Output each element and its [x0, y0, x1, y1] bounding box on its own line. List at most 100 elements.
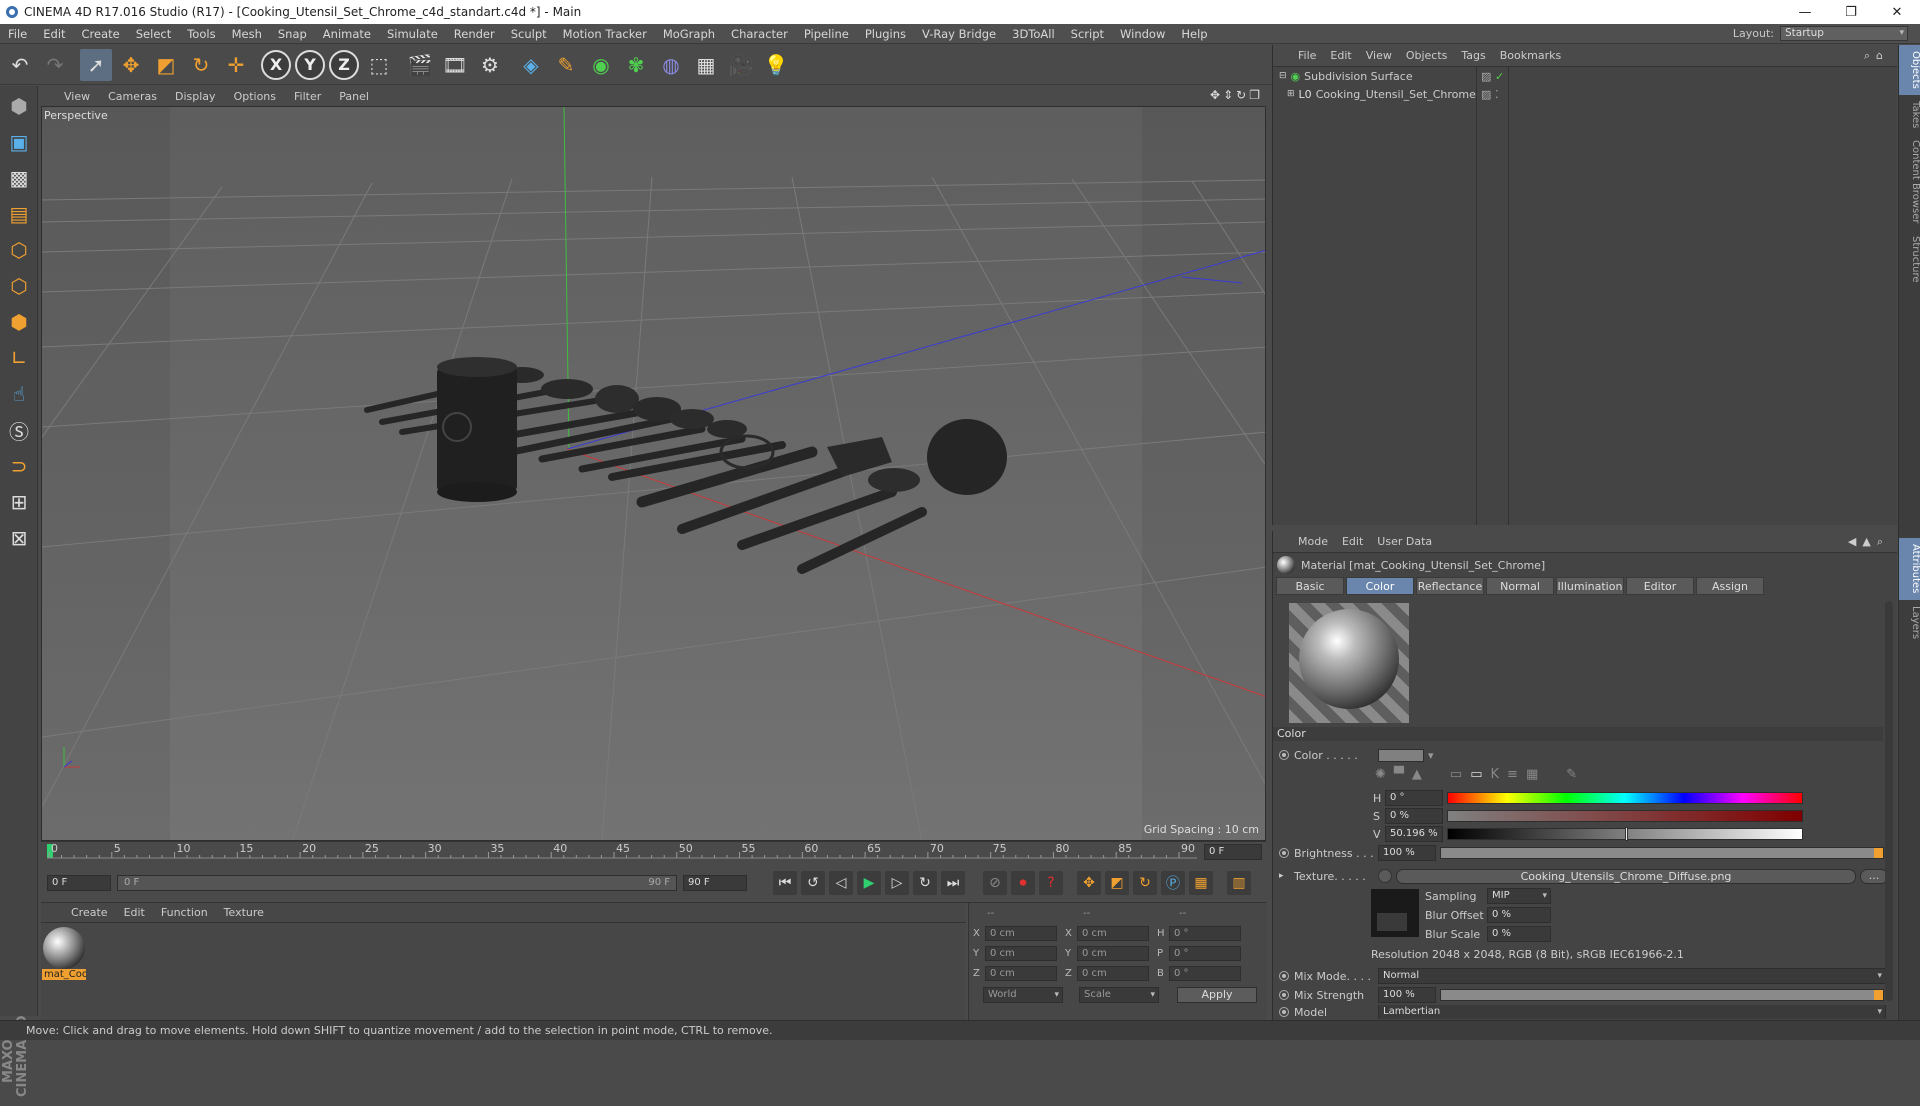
end-frame-field[interactable]: 90 F: [683, 874, 747, 891]
viewport-menu-view[interactable]: View: [55, 90, 99, 103]
layout-select[interactable]: Startup: [1780, 26, 1908, 41]
position-x-field[interactable]: 0 cm: [985, 925, 1057, 941]
model-select[interactable]: Lambertian: [1378, 1005, 1886, 1019]
key-rotation-icon[interactable]: ↻: [1133, 870, 1157, 895]
light-icon[interactable]: 💡: [760, 49, 792, 81]
menu-pipeline[interactable]: Pipeline: [796, 27, 857, 41]
object-item-cooking-utensil-set[interactable]: ⊞ L0 Cooking_Utensil_Set_Chrome ▨ ⁚: [1273, 85, 1897, 103]
color-picker-mode-icons[interactable]: ✺ ▀ ▲ ▭ ▭ K ≡ ▦ ✎: [1375, 765, 1585, 783]
record-keyframe-icon[interactable]: ⏺: [1011, 870, 1035, 895]
material-swatch[interactable]: mat_Coo: [41, 925, 87, 983]
workplane-mode-icon[interactable]: ▤: [3, 198, 35, 230]
timeline-ruler[interactable]: 0 5 10 15 20 25 30 35 40 45 50 55 60 65 70 75 80 85 90 0 F: [41, 841, 1266, 863]
objects-menu-tags[interactable]: Tags: [1454, 49, 1492, 62]
material-menu-texture[interactable]: Texture: [216, 906, 272, 919]
tab-reflectance[interactable]: Reflectance: [1416, 577, 1484, 595]
tab-basic[interactable]: Basic: [1276, 577, 1344, 595]
texture-options-icon[interactable]: [1378, 869, 1392, 883]
menu-create[interactable]: Create: [74, 27, 128, 41]
objects-menu-view[interactable]: View: [1359, 49, 1399, 62]
saturation-field[interactable]: 0 %: [1385, 808, 1443, 824]
objects-menu-edit[interactable]: Edit: [1323, 49, 1358, 62]
sampling-select[interactable]: MIP: [1487, 888, 1551, 904]
side-tab-takes[interactable]: Takes: [1899, 95, 1920, 134]
menu-mesh[interactable]: Mesh: [224, 27, 270, 41]
render-picture-viewer-icon[interactable]: 🎞: [439, 49, 471, 81]
menu-motion-tracker[interactable]: Motion Tracker: [555, 27, 655, 41]
autokey-icon[interactable]: ?: [1039, 870, 1063, 895]
viewport-pan-icon[interactable]: ✥: [1210, 88, 1220, 102]
move-tool-icon[interactable]: ✥: [115, 49, 147, 81]
attributes-menu-mode[interactable]: Mode: [1291, 535, 1335, 548]
value-field[interactable]: 50.196 %: [1385, 826, 1443, 842]
size-y-field[interactable]: 0 cm: [1077, 945, 1149, 961]
coordinate-system-icon[interactable]: ⬚: [363, 49, 395, 81]
material-menu-function[interactable]: Function: [153, 906, 216, 919]
render-view-icon[interactable]: 🎬: [404, 49, 436, 81]
attributes-scrollbar[interactable]: [1885, 601, 1893, 1001]
step-forward-icon[interactable]: ▷: [885, 870, 909, 895]
menu-simulate[interactable]: Simulate: [379, 27, 446, 41]
keyframe-selection-icon[interactable]: ⊘: [983, 870, 1007, 895]
expand-toggle-icon[interactable]: ⊞: [1287, 89, 1295, 99]
enabled-check-icon[interactable]: ✓: [1495, 70, 1504, 83]
attributes-menu-edit[interactable]: Edit: [1335, 535, 1370, 548]
preview-range-slider[interactable]: 0 F 90 F: [117, 874, 677, 891]
collapse-toggle-icon[interactable]: ⊟: [1279, 71, 1287, 81]
mixer-icon[interactable]: ≡: [1507, 767, 1526, 782]
size-x-field[interactable]: 0 cm: [1077, 925, 1149, 941]
timeline-window-icon[interactable]: ▥: [1227, 870, 1251, 895]
edges-mode-icon[interactable]: ⬡: [3, 270, 35, 302]
rgb-mode-icon[interactable]: ▭: [1450, 767, 1470, 782]
menu-animate[interactable]: Animate: [315, 27, 379, 41]
color-swatch[interactable]: [1378, 748, 1424, 762]
key-position-icon[interactable]: ✥: [1077, 870, 1101, 895]
attributes-menu-user-data[interactable]: User Data: [1370, 535, 1439, 548]
close-button[interactable]: ✕: [1874, 0, 1920, 24]
attributes-nav-icons[interactable]: ◀▲⌕: [1848, 535, 1889, 549]
polygons-mode-icon[interactable]: ⬢: [3, 306, 35, 338]
layer-dot-icon[interactable]: ⁚: [1495, 88, 1499, 101]
model-mode-icon[interactable]: ▣: [3, 126, 35, 158]
mix-strength-field[interactable]: 100 %: [1378, 987, 1436, 1003]
menu-edit[interactable]: Edit: [35, 27, 73, 41]
subdivision-surface-icon[interactable]: ◉: [585, 49, 617, 81]
viewport-menu-panel[interactable]: Panel: [330, 90, 378, 103]
eyedropper-icon[interactable]: ✎: [1566, 767, 1585, 782]
saturation-slider[interactable]: [1447, 810, 1803, 822]
side-tab-attributes[interactable]: Attributes: [1899, 538, 1920, 600]
tab-assign[interactable]: Assign: [1696, 577, 1764, 595]
x-axis-lock-button[interactable]: X: [261, 49, 291, 80]
color-from-image-icon[interactable]: ▲: [1412, 767, 1430, 782]
menu-character[interactable]: Character: [723, 27, 796, 41]
menu-script[interactable]: Script: [1063, 27, 1112, 41]
current-frame-field[interactable]: 0 F: [1204, 844, 1262, 860]
texture-file-button[interactable]: Cooking_Utensils_Chrome_Diffuse.png: [1396, 868, 1856, 884]
hsv-mode-icon[interactable]: ▭: [1470, 767, 1490, 782]
material-preview[interactable]: [1289, 603, 1409, 723]
hue-field[interactable]: 0 °: [1385, 790, 1443, 806]
visibility-toggle-icon[interactable]: ▨: [1481, 70, 1491, 83]
edit-render-settings-icon[interactable]: ⚙: [474, 49, 506, 81]
position-z-field[interactable]: 0 cm: [985, 965, 1057, 981]
rotation-p-field[interactable]: 0 °: [1169, 945, 1241, 961]
objects-search-icon[interactable]: ⌕⌂: [1864, 49, 1889, 63]
viewport-menu-filter[interactable]: Filter: [285, 90, 330, 103]
y-axis-lock-button[interactable]: Y: [295, 49, 325, 80]
play-icon[interactable]: ▶: [857, 870, 881, 895]
rotation-h-field[interactable]: 0 °: [1169, 925, 1241, 941]
menu-file[interactable]: File: [0, 27, 35, 41]
step-back-icon[interactable]: ◁: [829, 870, 853, 895]
viewport-menu-display[interactable]: Display: [166, 90, 225, 103]
kelvin-mode-icon[interactable]: K: [1491, 767, 1508, 782]
viewport-rotate-icon[interactable]: ↻: [1236, 88, 1246, 102]
color-spectrum-icon[interactable]: ▀: [1394, 767, 1412, 782]
value-slider-handle[interactable]: [1625, 827, 1628, 841]
axis-mode-icon[interactable]: ∟: [3, 342, 35, 374]
tab-color[interactable]: Color: [1346, 577, 1414, 595]
texture-mode-icon[interactable]: ▩: [3, 162, 35, 194]
menu-render[interactable]: Render: [446, 27, 503, 41]
coordinate-space-select[interactable]: World: [983, 987, 1063, 1003]
blur-offset-field[interactable]: 0 %: [1487, 907, 1551, 923]
perspective-viewport[interactable]: Perspective Grid Spacing : 10 cm: [41, 106, 1266, 841]
